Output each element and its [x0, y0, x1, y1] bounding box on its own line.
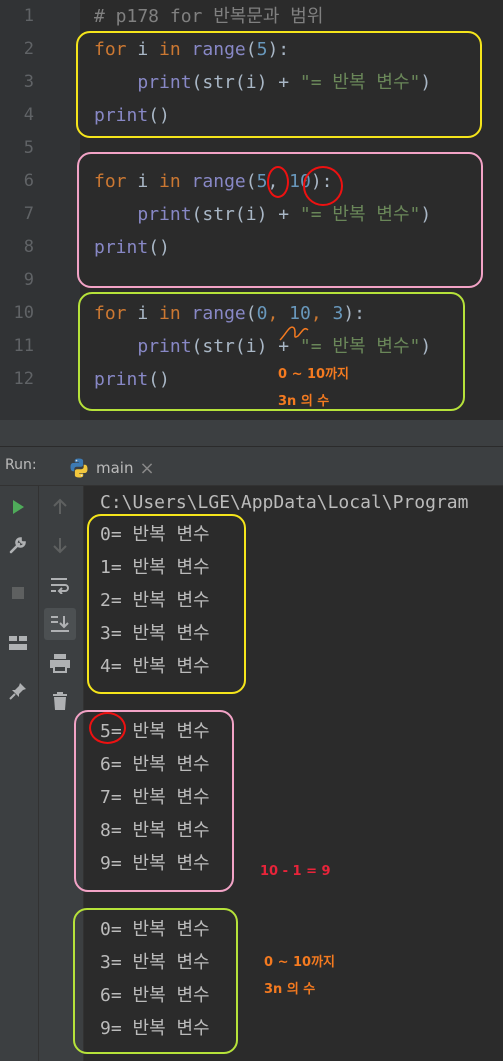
line-number: 1: [23, 6, 34, 26]
red-circle-start: [267, 166, 289, 198]
line-number: 11: [13, 336, 34, 356]
line-number: 6: [23, 171, 34, 191]
run-icon[interactable]: [5, 494, 31, 520]
highlight-box-green: [78, 292, 465, 411]
console-box-green: [73, 908, 238, 1054]
run-left-toolbar: [0, 486, 39, 1061]
run-tab-main[interactable]: main ×: [68, 453, 155, 483]
line-number: 2: [23, 39, 34, 59]
run-tab-label: main: [96, 459, 134, 477]
line-number: 12: [13, 369, 34, 389]
line-number: 10: [13, 303, 34, 323]
layout-icon[interactable]: [5, 630, 31, 656]
highlight-box-yellow: [76, 31, 482, 138]
editor-note-range: 0 ~ 10까지: [278, 367, 350, 382]
console-note-range: 0 ~ 10까지: [264, 955, 336, 970]
line-number: 5: [23, 138, 34, 158]
trash-icon[interactable]: [47, 688, 73, 714]
soft-wrap-icon[interactable]: [47, 572, 73, 598]
close-tab-icon[interactable]: ×: [139, 458, 154, 479]
line-number: 8: [23, 237, 34, 257]
line-number: 3: [23, 72, 34, 92]
line-number: 7: [23, 204, 34, 224]
line-number: 9: [23, 270, 34, 290]
code-comment: # p178 for 반복문과 범위: [94, 6, 324, 27]
squiggle-mark: [279, 326, 309, 341]
print-icon[interactable]: [47, 650, 73, 676]
console-note-multiples: 3n 의 수: [264, 982, 316, 997]
code-line[interactable]: # p178 for 반복문과 범위: [94, 0, 323, 33]
code-editor[interactable]: 1 2 3 4 5 6 7 8 9 10 11 12 # p178 for 반복문과 범위 for i …: [0, 0, 503, 420]
line-number: 4: [23, 105, 34, 125]
scroll-to-end-icon[interactable]: [44, 608, 76, 640]
stop-icon[interactable]: [5, 580, 31, 606]
wrench-icon[interactable]: [5, 532, 31, 558]
red-circle-output-5: [89, 712, 126, 744]
run-toolbar: Run: main ×: [0, 447, 503, 486]
down-arrow-icon[interactable]: [47, 532, 73, 558]
python-icon: [70, 458, 88, 478]
panel-divider[interactable]: [0, 420, 503, 447]
console-box-yellow: [87, 514, 246, 694]
red-circle-stop: [303, 166, 343, 206]
console-calc-note: 10 - 1 = 9: [260, 864, 331, 879]
up-arrow-icon[interactable]: [47, 494, 73, 520]
pin-icon[interactable]: [5, 678, 31, 704]
editor-note-multiples: 3n 의 수: [278, 394, 330, 409]
run-label: Run:: [5, 457, 37, 473]
